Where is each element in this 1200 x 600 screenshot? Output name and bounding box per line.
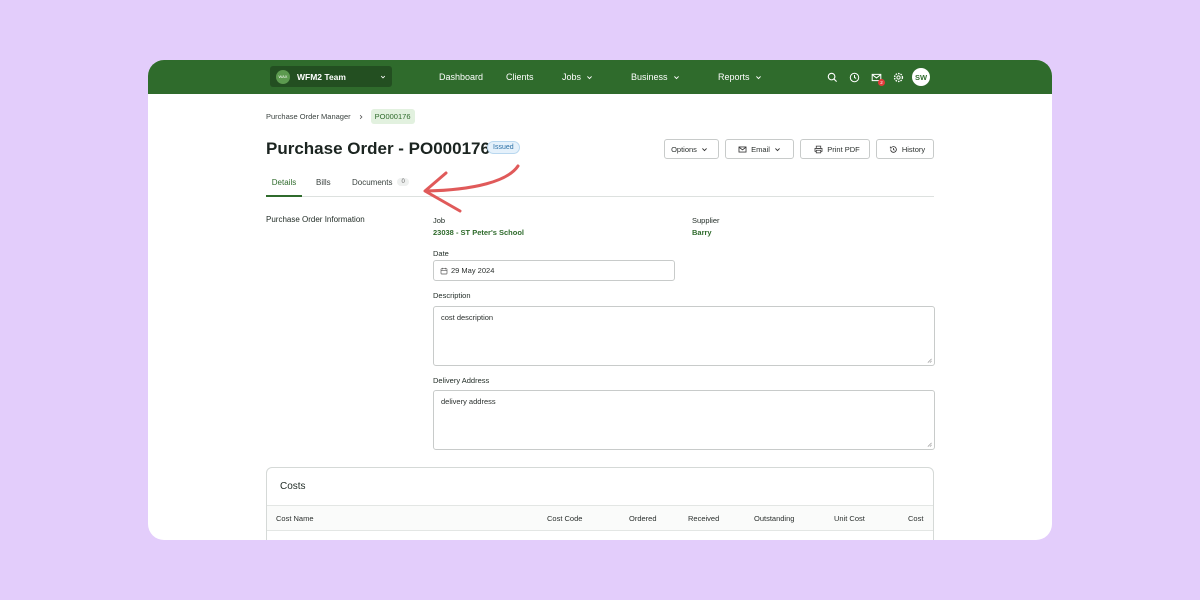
avatar[interactable]: SW [912,68,930,86]
tab-bills[interactable]: Bills [316,174,331,197]
history-icon [889,145,897,153]
description-label: Description [433,291,471,300]
col-cost-name[interactable]: Cost Name [276,514,314,523]
chevron-down-icon [587,75,592,79]
job-label: Job [433,216,446,225]
toolbar-icons: 2 SW [816,60,930,94]
col-cost[interactable]: Cost [908,514,923,523]
print-pdf-button[interactable]: Print PDF [800,139,870,159]
supplier-link[interactable]: Barry [692,228,712,237]
nav-dashboard[interactable]: Dashboard [439,72,483,82]
nav-label: Dashboard [439,72,484,82]
team-switcher[interactable]: WAX WFM2 Team [270,66,392,87]
options-button[interactable]: Options [664,139,719,159]
options-label: Options [671,144,697,154]
nav-label: Business [631,72,668,82]
nav-label: Reports [718,72,750,82]
printer-icon [814,145,823,153]
chevron-right-icon [359,114,363,119]
app-window: WAX WFM2 Team Dashboard Clients Jobs Bus… [148,60,1052,540]
date-input[interactable]: 29 May 2024 [433,260,675,281]
delivery-address-textarea[interactable]: delivery address [433,390,935,450]
chevron-down-icon [774,147,780,151]
description-textarea[interactable]: cost description [433,306,935,366]
resize-handle-icon[interactable] [927,358,932,363]
documents-count-badge: 0 [397,178,409,186]
nav-business[interactable]: Business [631,72,680,82]
nav-jobs[interactable]: Jobs [562,72,593,82]
col-unit-cost[interactable]: Unit Cost [834,514,865,523]
delivery-address-value: delivery address [441,397,496,406]
tab-documents[interactable]: Documents 0 [352,174,409,197]
tab-label: Bills [316,178,331,187]
nav-reports[interactable]: Reports [718,72,762,82]
nav-label: Jobs [562,72,582,82]
date-value: 29 May 2024 [451,266,495,275]
team-name: WFM2 Team [297,71,346,82]
calendar-icon [440,267,448,274]
breadcrumb-parent[interactable]: Purchase Order Manager [266,112,351,121]
breadcrumb: Purchase Order Manager PO000176 [266,109,415,124]
section-title: Purchase Order Information [266,215,365,224]
clock-icon[interactable] [848,71,860,83]
col-received[interactable]: Received [688,514,719,523]
resize-handle-icon[interactable] [927,442,932,447]
history-label: History [901,144,926,154]
supplier-label: Supplier [692,216,720,225]
top-navigation-bar: WAX WFM2 Team Dashboard Clients Jobs Bus… [148,60,1052,94]
team-logo: WAX [276,69,290,84]
col-outstanding[interactable]: Outstanding [754,514,794,523]
chevron-down-icon [380,75,386,78]
nav-label: Clients [506,72,534,82]
page-title: Purchase Order - PO000176 [266,139,490,158]
delivery-address-label: Delivery Address [433,376,490,385]
job-link[interactable]: 23038 - ST Peter's School [433,228,524,237]
mail-icon [738,146,747,152]
col-ordered[interactable]: Ordered [629,514,657,523]
notification-badge: 2 [878,79,885,86]
nav-clients[interactable]: Clients [506,72,534,82]
gear-icon[interactable] [892,71,904,83]
tab-bar: Details Bills Documents 0 [266,174,934,197]
tab-label: Documents [352,178,393,187]
print-pdf-label: Print PDF [827,144,860,154]
date-label: Date [433,249,449,258]
email-button[interactable]: Email [725,139,794,159]
chevron-down-icon [673,75,679,79]
costs-table-header: Cost Name Cost Code Ordered Received Out… [267,505,933,531]
tab-details[interactable]: Details [266,174,302,197]
mail-icon[interactable]: 2 [870,71,885,86]
tab-label: Details [271,178,297,187]
annotation-arrow-icon [423,164,520,213]
breadcrumb-current: PO000176 [370,109,415,124]
history-button[interactable]: History [876,139,934,159]
email-label: Email [751,144,770,154]
status-badge: Issued [487,141,520,154]
chevron-down-icon [702,147,707,151]
page-header: Purchase Order - PO000176 Issued Options… [266,139,934,161]
chevron-down-icon [755,75,761,79]
costs-title: Costs [280,481,306,492]
costs-panel: Costs Cost Name Cost Code Ordered Receiv… [266,467,934,540]
col-cost-code[interactable]: Cost Code [547,514,582,523]
search-icon[interactable] [826,71,838,83]
description-value: cost description [441,313,494,322]
